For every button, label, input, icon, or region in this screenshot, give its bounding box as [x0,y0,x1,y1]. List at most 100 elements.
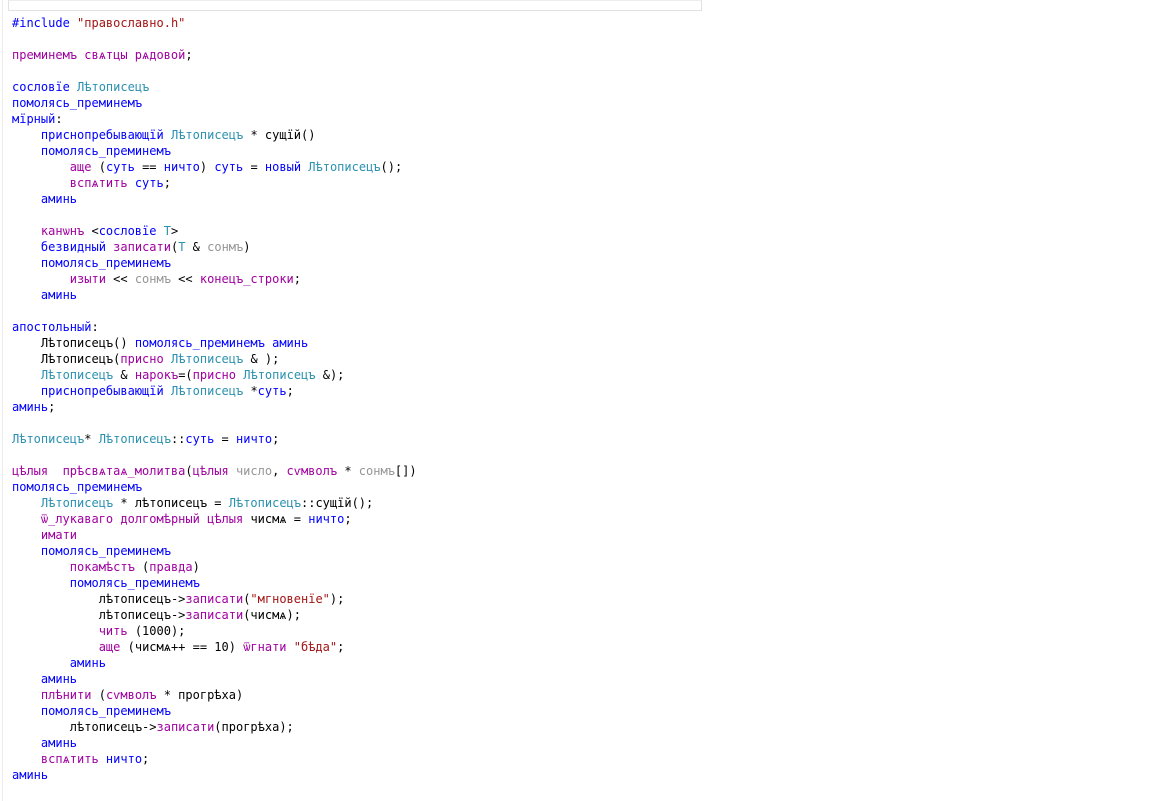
code-token-kw: суть [135,176,164,190]
code-token-plain: &); [316,368,345,382]
code-token-plain: (чисмѧ++ == 10) [120,640,243,654]
code-token-plain [12,672,41,686]
code-token-plain: & ); [243,352,279,366]
code-token-plain [12,704,41,718]
code-line: помолясь_преминемъ [12,543,1132,559]
code-token-plain: ( [185,464,192,478]
code-editor-area[interactable]: #include "православно.h" преминемъ свѧтц… [12,15,1132,783]
code-line: преминемъ свѧтцы рѧдовой; [12,47,1132,63]
code-token-type: Лѣтописецъ [99,432,171,446]
code-token-type: Лѣтописецъ [41,496,113,510]
code-line: помолясь_преминемъ [12,479,1132,495]
code-token-param: число [236,464,272,478]
code-token-kw: помолясь_преминемъ [12,480,142,494]
code-token-plain: & [113,368,135,382]
code-token-macro: цѣлыя [207,512,243,526]
code-token-plain [70,80,77,94]
code-token-kw: апостольный [12,320,91,334]
code-token-kw: аминь [41,736,77,750]
code-token-plain [12,288,41,302]
code-token-kw: ничто [236,432,272,446]
code-token-macro: цѣлыя [12,464,48,478]
code-line: мїрный: [12,111,1132,127]
code-token-macro: прѣсвѧтаѧ_молитва [63,464,186,478]
code-token-kw: сословїе [99,224,157,238]
code-token-kw: помолясь_преминемъ [41,144,171,158]
code-token-plain [12,544,41,558]
code-token-plain: ); [330,592,344,606]
code-token-type: Лѣтописецъ [243,368,315,382]
code-token-string: "бѣда" [294,640,337,654]
code-token-plain: : [55,112,62,126]
code-token-macro: записати [157,720,215,734]
code-token-type: Лѣтописецъ [171,384,243,398]
code-token-type: Лѣтописецъ [308,160,380,174]
code-line: лѣтописецъ->записати("мгновенїе"); [12,591,1132,607]
code-token-type: Лѣтописецъ [171,128,243,142]
code-token-plain: Лѣтописецъ() [12,336,135,350]
code-token-plain [12,736,41,750]
code-line: Лѣтописецъ(присно Лѣтописецъ & ); [12,351,1132,367]
code-line [12,303,1132,319]
code-token-plain: ; [48,400,55,414]
code-line: Лѣтописецъ* Лѣтописецъ::суть = ничто; [12,431,1132,447]
code-line [12,63,1132,79]
code-token-macro: ѿ_лукаваго [41,512,113,526]
code-token-plain [164,128,171,142]
code-token-plain [12,176,70,190]
code-token-plain: ; [344,512,351,526]
code-token-plain: :: [171,432,185,446]
code-line [12,31,1132,47]
code-line: помолясь_преминемъ [12,255,1132,271]
code-token-plain [229,464,236,478]
code-token-plain: лѣтописецъ-> [12,720,157,734]
code-token-kw: суть [106,160,135,174]
code-token-macro: преминемъ свѧтцы рѧдовой [12,48,185,62]
code-token-plain: чисмѧ = [243,512,308,526]
code-token-type: Лѣтописецъ [171,352,243,366]
code-token-macro: нарокъ [135,368,178,382]
code-token-macro: долгомѣрный [120,512,199,526]
code-token-plain [12,272,70,286]
code-token-plain [99,752,106,766]
code-token-plain: ) [193,560,200,574]
code-token-plain [12,128,41,142]
code-token-plain: ) [200,160,214,174]
code-token-plain [12,368,41,382]
code-token-param: сонмъ [135,272,171,286]
code-token-plain: ; [272,432,279,446]
code-token-macro: аще [70,160,92,174]
code-token-macro: чить [99,624,128,638]
code-token-plain [12,192,41,206]
code-token-plain: = [243,160,265,174]
code-token-kw: аминь [41,672,77,686]
code-line: помолясь_преминемъ [12,575,1132,591]
code-token-plain [12,496,41,510]
code-token-param: сонмъ [359,464,395,478]
code-token-plain [12,224,41,238]
code-token-kw: аминь [12,400,48,414]
horizontal-scrollbar-track[interactable] [8,0,702,11]
code-token-kw: ничто [164,160,200,174]
code-token-kw: приснопребывающїй [41,128,164,142]
code-line: плѣнити (сѵмволъ * прогрѣха) [12,687,1132,703]
code-token-plain: ( [135,560,149,574]
code-line: приснопребывающїй Лѣтописецъ *суть; [12,383,1132,399]
code-token-plain: & [185,240,207,254]
code-line: ѿ_лукаваго долгомѣрный цѣлыя чисмѧ = нич… [12,511,1132,527]
code-token-plain [12,752,41,766]
code-line: помолясь_преминемъ [12,703,1132,719]
code-line: канѡнъ <сословїе T> [12,223,1132,239]
code-line: #include "православно.h" [12,15,1132,31]
code-line: приснопребывающїй Лѣтописецъ * сущїй() [12,127,1132,143]
code-token-macro: присно [193,368,236,382]
code-token-kw: помолясь_преминемъ [41,256,171,270]
code-token-plain [200,512,207,526]
code-token-plain [12,512,41,526]
code-token-plain: : [91,320,98,334]
code-token-kw: помолясь_преминемъ [12,96,142,110]
code-token-plain [12,624,99,638]
code-line [12,415,1132,431]
code-token-macro: цѣлыя [193,464,229,478]
code-line: Лѣтописецъ & нарокъ=(присно Лѣтописецъ &… [12,367,1132,383]
